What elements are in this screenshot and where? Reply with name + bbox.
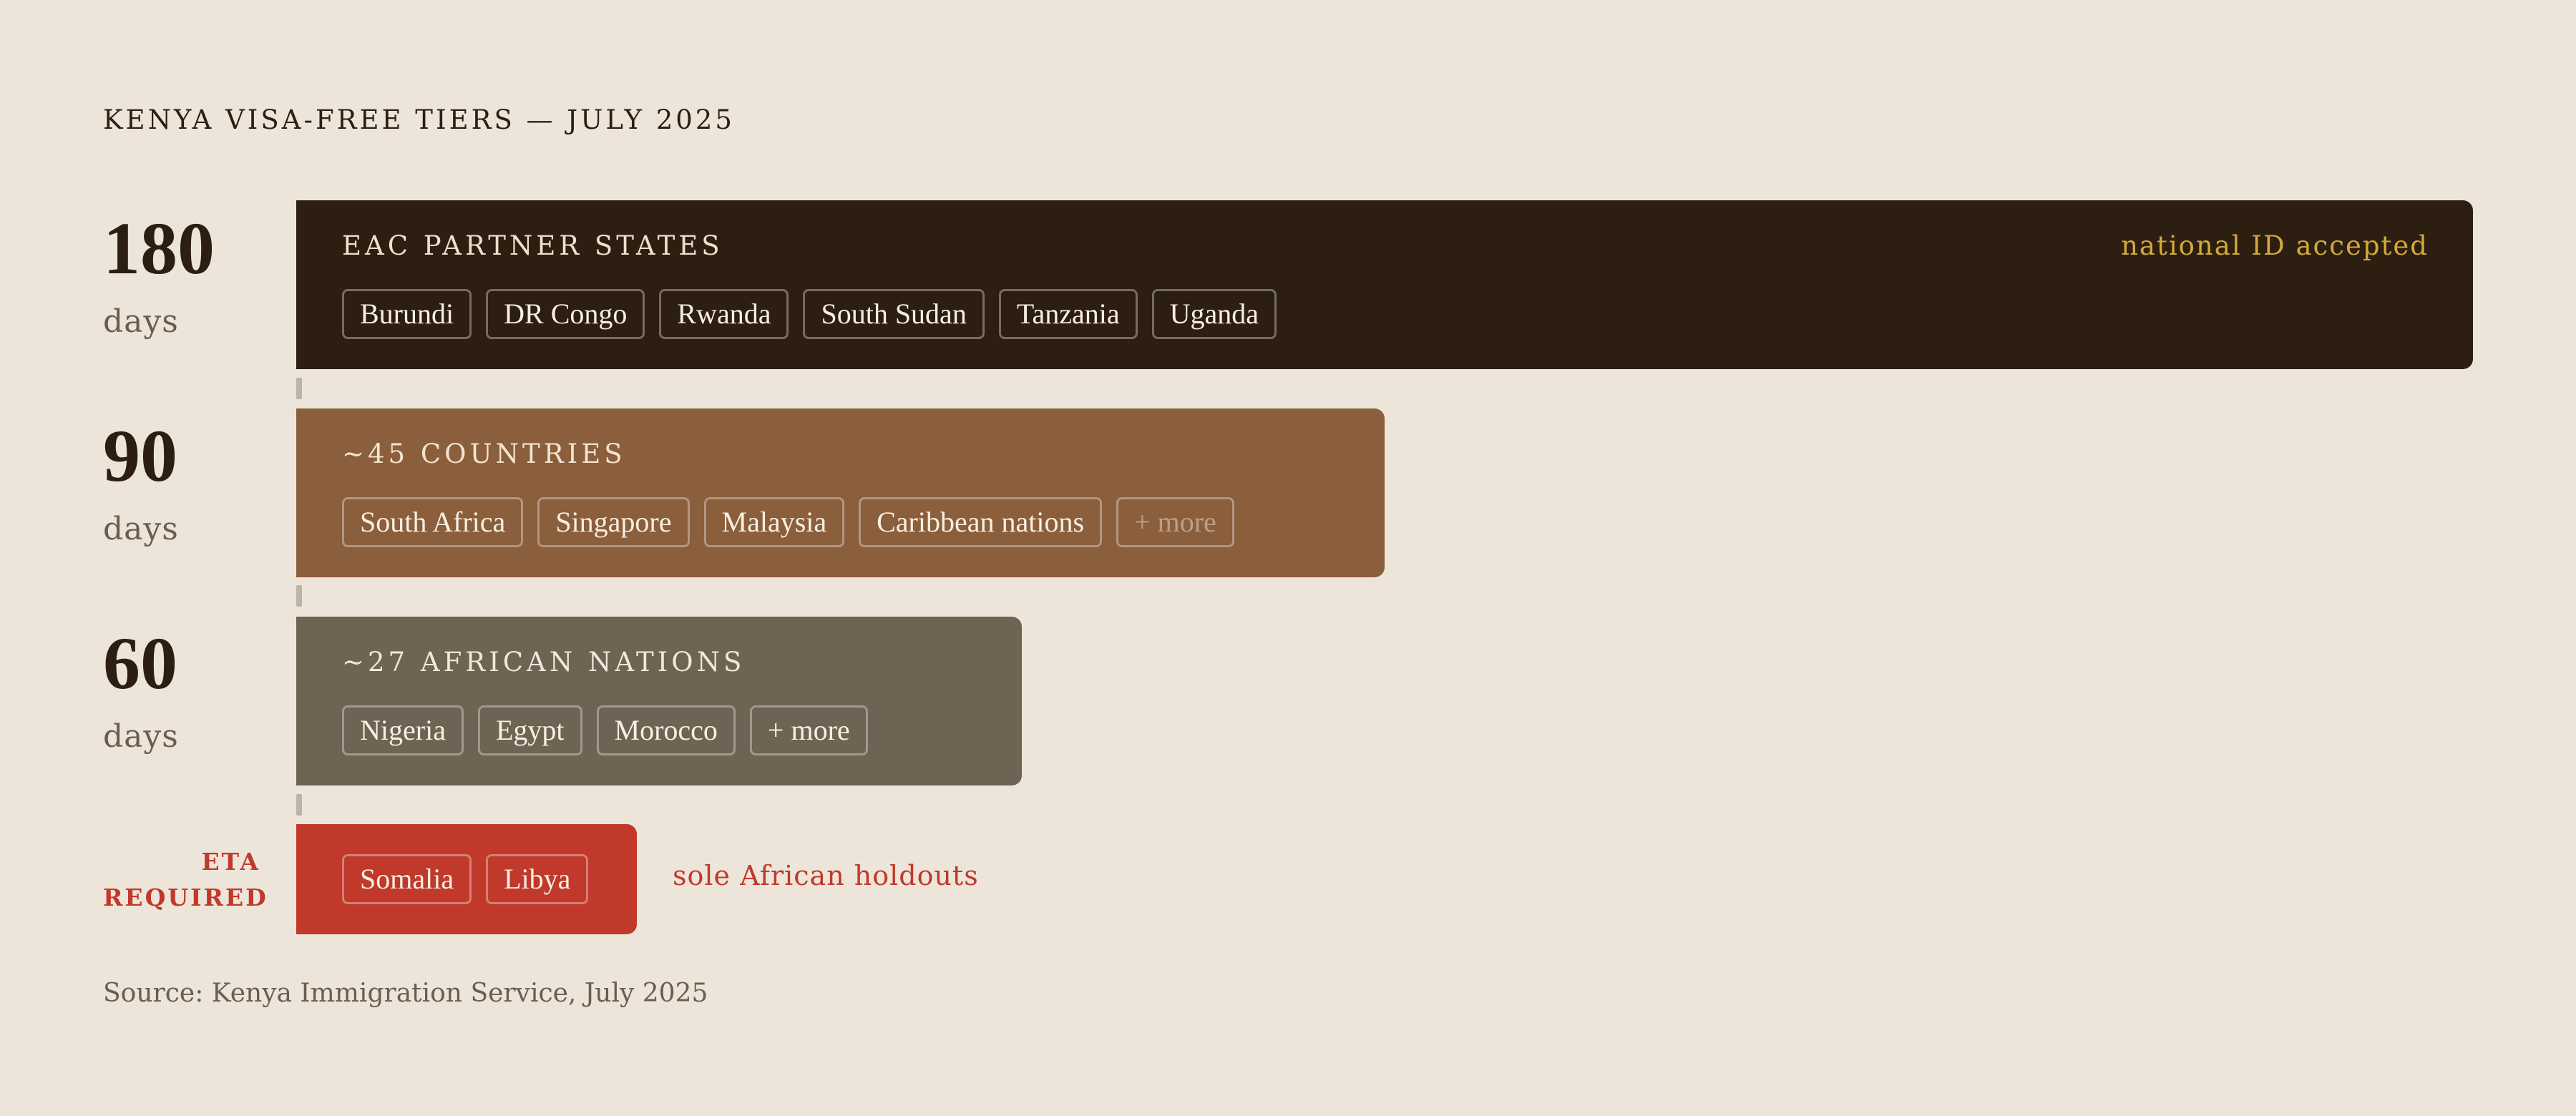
tier-60-bar: ~27 AFRICAN NATIONS Nigeria Egypt Morocco +… [296,617,1022,785]
chart-page: KENYA VISA-FREE TIERS — JULY 2025 180 da… [0,0,2576,1116]
tier-180-note: national ID accepted [2121,230,2429,261]
tier-90-header: ~45 COUNTRIES [342,439,626,469]
tier-60-chips: Nigeria Egypt Morocco + more [342,705,868,755]
country-chip: DR Congo [486,289,645,339]
country-more-chip: + more [1116,497,1234,547]
tier-180-bar: EAC PARTNER STATES national ID accepted … [296,200,2473,369]
country-chip: Caribbean nations [859,497,1103,547]
tier-180-value: 180 [103,207,215,290]
eta-note: sole African holdouts [673,860,979,891]
eta-country-chip: Somalia [342,854,472,904]
tier-60-header: ~27 AFRICAN NATIONS [342,647,746,677]
eta-label-line2: REQUIRED [103,884,268,911]
tier-60-value: 60 [103,622,177,705]
tier-180-chips: Burundi DR Congo Rwanda South Sudan Tanzania… [342,289,1277,339]
tier-connector [296,378,302,399]
tier-180-label: 180 days [103,212,282,338]
source-note: Source: Kenya Immigration Service, July … [103,979,708,1008]
tier-60-label: 60 days [103,627,282,753]
tier-90-value: 90 [103,415,177,497]
country-chip: + more [749,705,868,755]
eta-chips: Somalia Libya [342,854,589,904]
country-chip: Egypt [477,705,582,755]
country-chip: Nigeria [342,705,464,755]
tier-connector [296,585,302,607]
tier-90-bar: ~45 COUNTRIES South Africa Singapore Malay… [296,408,1385,577]
country-chip: Rwanda [659,289,789,339]
country-chip: Singapore [537,497,690,547]
tier-connector [296,794,302,816]
country-chip: South Africa [342,497,524,547]
eta-required-label: ETA REQUIRED [103,844,268,916]
country-chip: Tanzania [998,289,1138,339]
country-chip: South Sudan [803,289,985,339]
tier-180-unit: days [103,303,179,340]
tier-180-header: EAC PARTNER STATES [342,230,723,261]
chart-title: KENYA VISA-FREE TIERS — JULY 2025 [103,104,735,135]
tier-90-chips: South Africa Singapore Malaysia Caribbean n… [342,497,1234,547]
country-chip: Malaysia [703,497,845,547]
eta-label-line1: ETA [201,848,260,876]
tier-60-unit: days [103,718,179,755]
eta-country-chip: Libya [486,854,589,904]
eta-bar: Somalia Libya [296,824,637,934]
country-chip: Uganda [1151,289,1277,339]
tier-90-unit: days [103,511,179,547]
country-chip: Burundi [342,289,472,339]
country-chip: Morocco [596,705,736,755]
tier-90-label: 90 days [103,419,282,545]
